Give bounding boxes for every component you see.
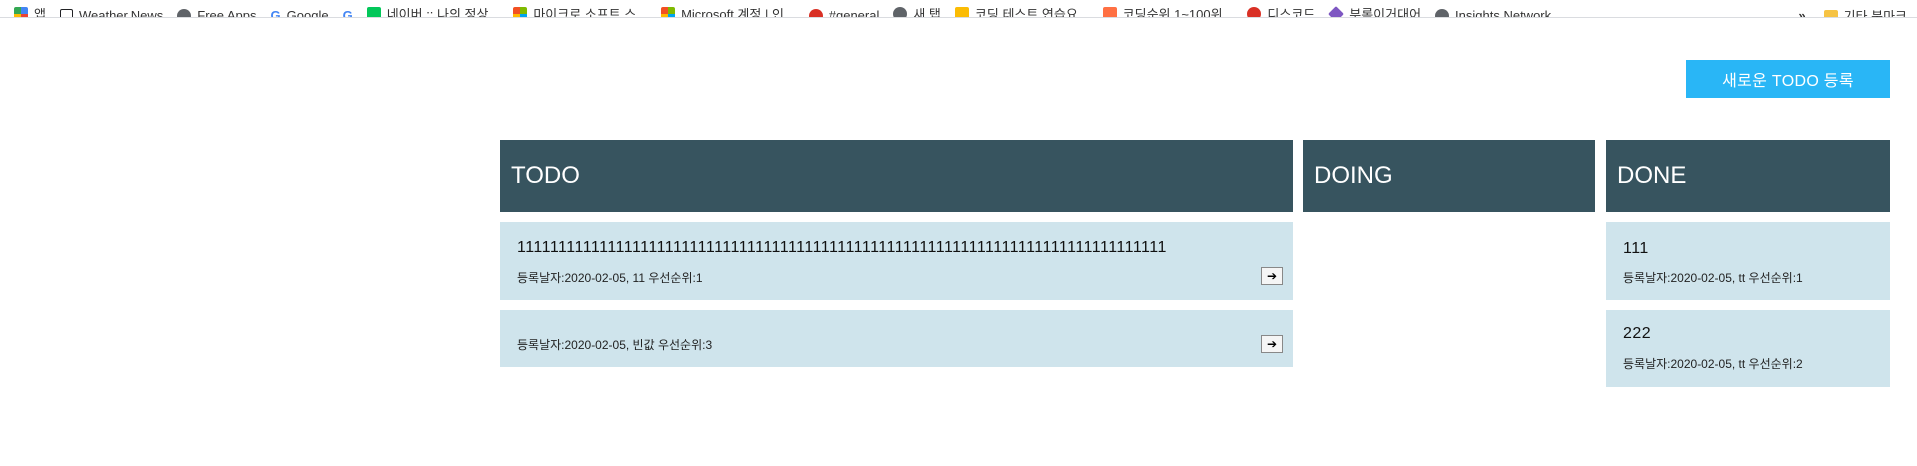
bookmark-page-icon (59, 9, 73, 17)
globe-icon (177, 8, 192, 17)
bookmark-label: 새 탭 (913, 7, 941, 18)
todo-column-header: TODO (500, 140, 1293, 212)
bookmark-label: #general (828, 8, 880, 18)
other-bookmarks-label: 기타 북마크 (1843, 9, 1907, 18)
todo-card: 등록날자:2020-02-05, 빈값 우선순위:3 ➔ (500, 310, 1293, 367)
tag-icon (1328, 5, 1345, 17)
microsoft-icon (513, 6, 528, 17)
doing-column-header: DOING (1303, 140, 1595, 212)
bookmark-label: 코딩순위 1~100위... (1122, 7, 1234, 18)
card-meta: 등록날자:2020-02-05, tt 우선순위:2 (1623, 357, 1803, 371)
notification-badge-icon (1247, 6, 1262, 17)
card-meta: 등록날자:2020-02-05, 11 우선순위:1 (517, 271, 703, 285)
google-icon: G (342, 8, 353, 18)
bookmark-microsoft-account[interactable]: Microsoft 계정 | 인... (661, 4, 795, 18)
todo-card: 1111111111111111111111111111111111111111… (500, 222, 1293, 300)
register-todo-button[interactable]: 새로운 TODO 등록 (1686, 60, 1890, 98)
bookmark-naver[interactable]: 네이버 :: 나의 정상... (366, 4, 500, 18)
card-meta: 등록날자:2020-02-05, tt 우선순위:1 (1623, 271, 1803, 285)
done-card: 222 등록날자:2020-02-05, tt 우선순위:2 (1606, 310, 1890, 387)
todo-column-title: TODO (511, 162, 580, 189)
bookmark-coding-rank[interactable]: 코딩순위 1~100위... (1102, 4, 1234, 18)
arrow-right-icon: ➔ (1266, 269, 1278, 283)
globe-icon (1435, 8, 1450, 17)
bookmark-label: 디스코드 (1267, 7, 1316, 18)
bookmark-insights-network[interactable]: Insights Network (1435, 8, 1552, 18)
bookmark-label: Free Apps (197, 8, 257, 18)
bookmark-label: Insights Network (1455, 8, 1552, 18)
move-next-button[interactable]: ➔ (1261, 267, 1283, 285)
bookmark-label: 마이크로 소프트 스... (533, 7, 648, 18)
microsoft-icon (661, 6, 676, 17)
bookmark-label: 부록이거대어 (1349, 7, 1422, 18)
bookmark-free-apps[interactable]: Free Apps (177, 8, 257, 18)
bookmark-label: Microsoft 계정 | 인... (681, 7, 795, 18)
bookmarks-bar: 앱 Weather,News Free Apps G Google G 네이버 … (0, 0, 1917, 18)
done-column-title: DONE (1617, 162, 1687, 189)
bookmark-coding-test[interactable]: 코딩 테스트 연습요... (954, 4, 1089, 18)
bookmark-label: Google (286, 8, 329, 18)
google-icon: G (270, 8, 281, 18)
naver-icon (366, 6, 381, 17)
done-card: 111 등록날자:2020-02-05, tt 우선순위:1 (1606, 222, 1890, 300)
card-meta: 등록날자:2020-02-05, 빈값 우선순위:3 (517, 338, 713, 352)
bookmark-discord[interactable]: 디스코드 (1247, 4, 1316, 18)
bookmark-book[interactable]: 부록이거대어 (1328, 4, 1422, 18)
bookmark-general[interactable]: #general (808, 8, 880, 18)
doing-column-title: DOING (1314, 162, 1393, 189)
bookmark-label: 네이버 :: 나의 정상... (386, 7, 500, 18)
bookmark-label: Weather,News (78, 8, 164, 18)
bookmark-google-2[interactable]: G (342, 8, 353, 18)
done-column-header: DONE (1606, 140, 1890, 212)
chart-icon (1102, 6, 1117, 17)
bookmark-apps[interactable]: 앱 (14, 4, 46, 18)
apps-grid-icon (14, 6, 28, 17)
puzzle-icon (954, 6, 969, 17)
bookmark-microsoft-store[interactable]: 마이크로 소프트 스... (513, 4, 648, 18)
bookmark-new-tab[interactable]: 새 탭 (893, 4, 941, 18)
arrow-right-icon: ➔ (1266, 337, 1278, 351)
other-bookmarks[interactable]: 기타 북마크 (1823, 6, 1907, 18)
card-title: 1111111111111111111111111111111111111111… (517, 239, 1167, 256)
globe-icon (893, 6, 908, 17)
bookmark-label: 코딩 테스트 연습요... (974, 7, 1089, 18)
bookmarks-overflow-button[interactable]: » (1798, 8, 1805, 17)
move-next-button[interactable]: ➔ (1261, 335, 1283, 353)
bookmark-google[interactable]: G Google (270, 8, 329, 18)
bookmark-weather-news[interactable]: Weather,News (59, 8, 164, 18)
notification-badge-icon (808, 8, 823, 17)
card-title: 111 (1623, 240, 1649, 257)
bookmarks-right: » 기타 북마크 (1798, 6, 1907, 18)
bookmark-label: 앱 (34, 7, 46, 18)
folder-icon (1823, 10, 1838, 17)
card-title: 222 (1623, 325, 1652, 342)
